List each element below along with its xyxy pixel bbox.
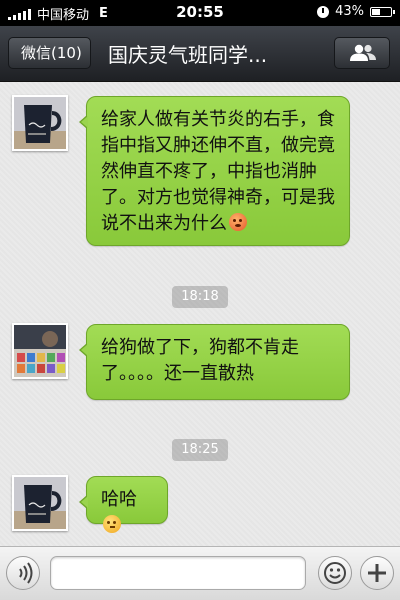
message-text: 哈哈 <box>101 489 137 510</box>
back-button-label: 微信(10) <box>21 44 82 62</box>
plus-icon <box>368 564 386 582</box>
chat-title: 国庆灵气班同学... <box>108 43 268 67</box>
thinking-face-icon <box>103 515 121 533</box>
message-text: 给狗做了下，狗都不肯走了。。。。还一直散热 <box>101 337 299 384</box>
mug-avatar-image <box>14 477 66 529</box>
avatar[interactable] <box>12 475 68 531</box>
timestamp: 18:25 <box>172 439 228 461</box>
mug-avatar-image <box>14 97 66 149</box>
plus-button[interactable] <box>360 556 394 590</box>
nav-bar: 微信(10) 国庆灵气班同学... <box>0 26 400 82</box>
status-right: 43% <box>317 4 395 19</box>
avatar[interactable] <box>12 95 68 151</box>
input-bar <box>0 546 400 600</box>
group-members-button[interactable] <box>334 37 390 69</box>
smiley-icon <box>324 562 346 584</box>
clock-icon <box>317 5 330 18</box>
people-icon <box>350 44 376 61</box>
battery-icon <box>370 6 395 17</box>
message-bubble[interactable]: 哈哈 <box>79 476 168 533</box>
back-button[interactable]: 微信(10) <box>8 37 91 69</box>
message-text: 给家人做有关节炎的右手，食指中指又肿还伸不直，做完竟然伸直不疼了，中指也消肿了。… <box>101 109 335 234</box>
message-bubble[interactable]: 给家人做有关节炎的右手，食指中指又肿还伸不直，做完竟然伸直不疼了，中指也消肿了。… <box>79 96 350 246</box>
emoji-button[interactable] <box>318 556 352 590</box>
message-input[interactable] <box>50 556 306 590</box>
timestamp: 18:18 <box>172 286 228 308</box>
voice-icon <box>19 562 33 584</box>
voice-button[interactable] <box>6 556 40 590</box>
battery-percent: 43% <box>335 4 364 19</box>
cards-avatar-image <box>14 325 66 377</box>
status-bar: 中国移动 E 20:55 43% <box>0 0 400 26</box>
chat-area[interactable]: 给家人做有关节炎的右手，食指中指又肿还伸不直，做完竟然伸直不疼了，中指也消肿了。… <box>0 82 400 546</box>
message-bubble[interactable]: 给狗做了下，狗都不肯走了。。。。还一直散热 <box>79 324 350 400</box>
face-icon <box>229 213 247 231</box>
avatar[interactable] <box>12 323 68 379</box>
